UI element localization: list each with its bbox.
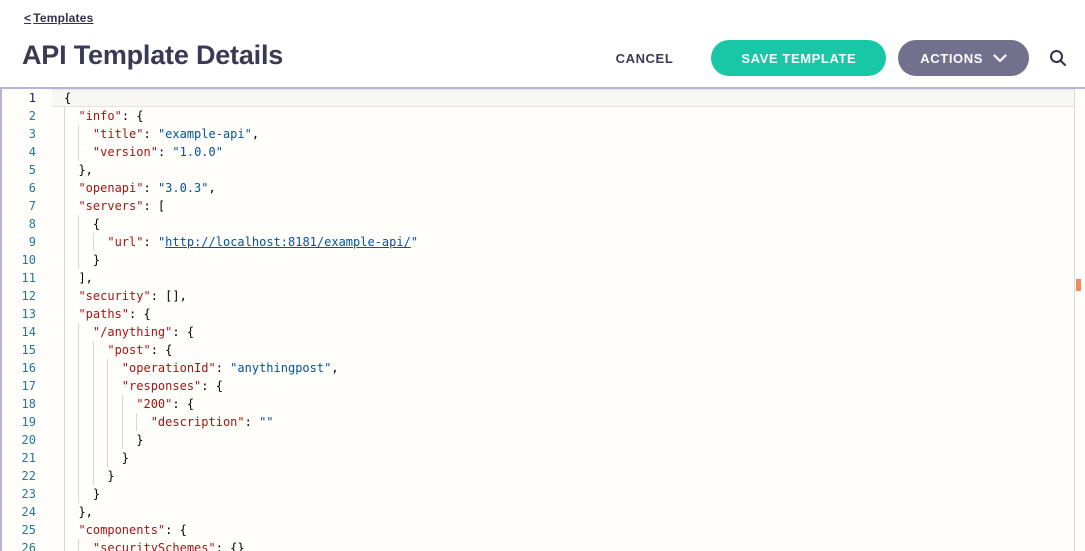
code-line-text[interactable]: { — [64, 215, 100, 233]
code-line[interactable]: 19 "description": "" — [2, 413, 1085, 431]
line-number: 24 — [2, 503, 36, 521]
code-line[interactable]: 23 } — [2, 485, 1085, 503]
code-line-text[interactable]: { — [64, 89, 71, 107]
save-template-button[interactable]: SAVE TEMPLATE — [711, 40, 886, 76]
code-line[interactable]: 18 "200": { — [2, 395, 1085, 413]
code-line[interactable]: 21 } — [2, 449, 1085, 467]
line-number: 5 — [2, 161, 36, 179]
line-number: 11 — [2, 269, 36, 287]
code-line[interactable]: 3 "title": "example-api", — [2, 125, 1085, 143]
overview-ruler-divider — [1074, 89, 1075, 551]
code-line[interactable]: 24 }, — [2, 503, 1085, 521]
code-line-text[interactable]: "security": [], — [64, 287, 187, 305]
code-line-text[interactable]: "components": { — [64, 521, 187, 539]
line-number: 13 — [2, 305, 36, 323]
line-number: 3 — [2, 125, 36, 143]
code-line-text[interactable]: "title": "example-api", — [64, 125, 259, 143]
code-line[interactable]: 6 "openapi": "3.0.3", — [2, 179, 1085, 197]
code-line-text[interactable]: } — [64, 431, 143, 449]
line-number: 20 — [2, 431, 36, 449]
code-line[interactable]: 16 "operationId": "anythingpost", — [2, 359, 1085, 377]
code-line[interactable]: 2 "info": { — [2, 107, 1085, 125]
code-line[interactable]: 13 "paths": { — [2, 305, 1085, 323]
line-number: 10 — [2, 251, 36, 269]
code-line[interactable]: 1{ — [2, 89, 1085, 107]
header-controls: CANCEL SAVE TEMPLATE ACTIONS — [616, 40, 1069, 76]
code-line[interactable]: 10 } — [2, 251, 1085, 269]
code-line-text[interactable]: "securitySchemes": {} — [64, 539, 245, 551]
code-line[interactable]: 22 } — [2, 467, 1085, 485]
code-line[interactable]: 5 }, — [2, 161, 1085, 179]
code-line[interactable]: 4 "version": "1.0.0" — [2, 143, 1085, 161]
code-line-text[interactable]: "200": { — [64, 395, 194, 413]
code-line[interactable]: 11 ], — [2, 269, 1085, 287]
code-line-text[interactable]: } — [64, 467, 115, 485]
code-line-text[interactable]: "paths": { — [64, 305, 151, 323]
code-line-text[interactable]: "description": "" — [64, 413, 274, 431]
code-line[interactable]: 8 { — [2, 215, 1085, 233]
code-line[interactable]: 25 "components": { — [2, 521, 1085, 539]
code-line-text[interactable]: "openapi": "3.0.3", — [64, 179, 216, 197]
line-number: 22 — [2, 467, 36, 485]
page-header: <Templates API Template Details CANCEL S… — [0, 0, 1085, 87]
chevron-left-icon: < — [24, 11, 31, 25]
code-lines: 1{2 "info": {3 "title": "example-api",4 … — [2, 89, 1085, 551]
line-number: 18 — [2, 395, 36, 413]
code-line[interactable]: 7 "servers": [ — [2, 197, 1085, 215]
code-line-text[interactable]: "url": "http://localhost:8181/example-ap… — [64, 233, 418, 251]
actions-button[interactable]: ACTIONS — [898, 40, 1029, 76]
code-line-text[interactable]: }, — [64, 503, 93, 521]
cancel-button[interactable]: CANCEL — [616, 51, 674, 66]
line-number: 21 — [2, 449, 36, 467]
code-line[interactable]: 17 "responses": { — [2, 377, 1085, 395]
line-number: 14 — [2, 323, 36, 341]
line-number: 4 — [2, 143, 36, 161]
chevron-down-icon — [993, 54, 1007, 63]
code-line[interactable]: 9 "url": "http://localhost:8181/example-… — [2, 233, 1085, 251]
code-line-text[interactable]: "/anything": { — [64, 323, 194, 341]
overview-ruler-marker — [1076, 279, 1081, 291]
code-line-text[interactable]: } — [64, 251, 100, 269]
line-number: 8 — [2, 215, 36, 233]
code-line[interactable]: 14 "/anything": { — [2, 323, 1085, 341]
code-line-text[interactable]: } — [64, 449, 129, 467]
line-number: 15 — [2, 341, 36, 359]
code-line-text[interactable]: "info": { — [64, 107, 144, 125]
actions-button-label: ACTIONS — [920, 51, 983, 66]
line-number: 12 — [2, 287, 36, 305]
line-number: 1 — [2, 89, 36, 107]
code-line-text[interactable]: "responses": { — [64, 377, 223, 395]
line-number: 6 — [2, 179, 36, 197]
code-line-text[interactable]: } — [64, 485, 100, 503]
page-title: API Template Details — [22, 40, 283, 71]
code-line-text[interactable]: "servers": [ — [64, 197, 165, 215]
code-line-text[interactable]: "operationId": "anythingpost", — [64, 359, 339, 377]
code-line-text[interactable]: ], — [64, 269, 93, 287]
line-number: 9 — [2, 233, 36, 251]
line-number: 26 — [2, 539, 36, 551]
line-number: 7 — [2, 197, 36, 215]
code-line-text[interactable]: "version": "1.0.0" — [64, 143, 223, 161]
code-line-text[interactable]: }, — [64, 161, 93, 179]
code-line[interactable]: 20 } — [2, 431, 1085, 449]
line-number: 17 — [2, 377, 36, 395]
line-number: 19 — [2, 413, 36, 431]
code-editor[interactable]: 1{2 "info": {3 "title": "example-api",4 … — [0, 87, 1085, 551]
line-number: 16 — [2, 359, 36, 377]
back-to-templates-link[interactable]: <Templates — [24, 11, 93, 25]
line-number: 2 — [2, 107, 36, 125]
line-number: 23 — [2, 485, 36, 503]
back-link-label: Templates — [33, 11, 93, 25]
code-line-text[interactable]: "post": { — [64, 341, 172, 359]
line-number: 25 — [2, 521, 36, 539]
code-line[interactable]: 12 "security": [], — [2, 287, 1085, 305]
search-icon[interactable] — [1047, 47, 1069, 69]
code-line[interactable]: 26 "securitySchemes": {} — [2, 539, 1085, 551]
code-line[interactable]: 15 "post": { — [2, 341, 1085, 359]
